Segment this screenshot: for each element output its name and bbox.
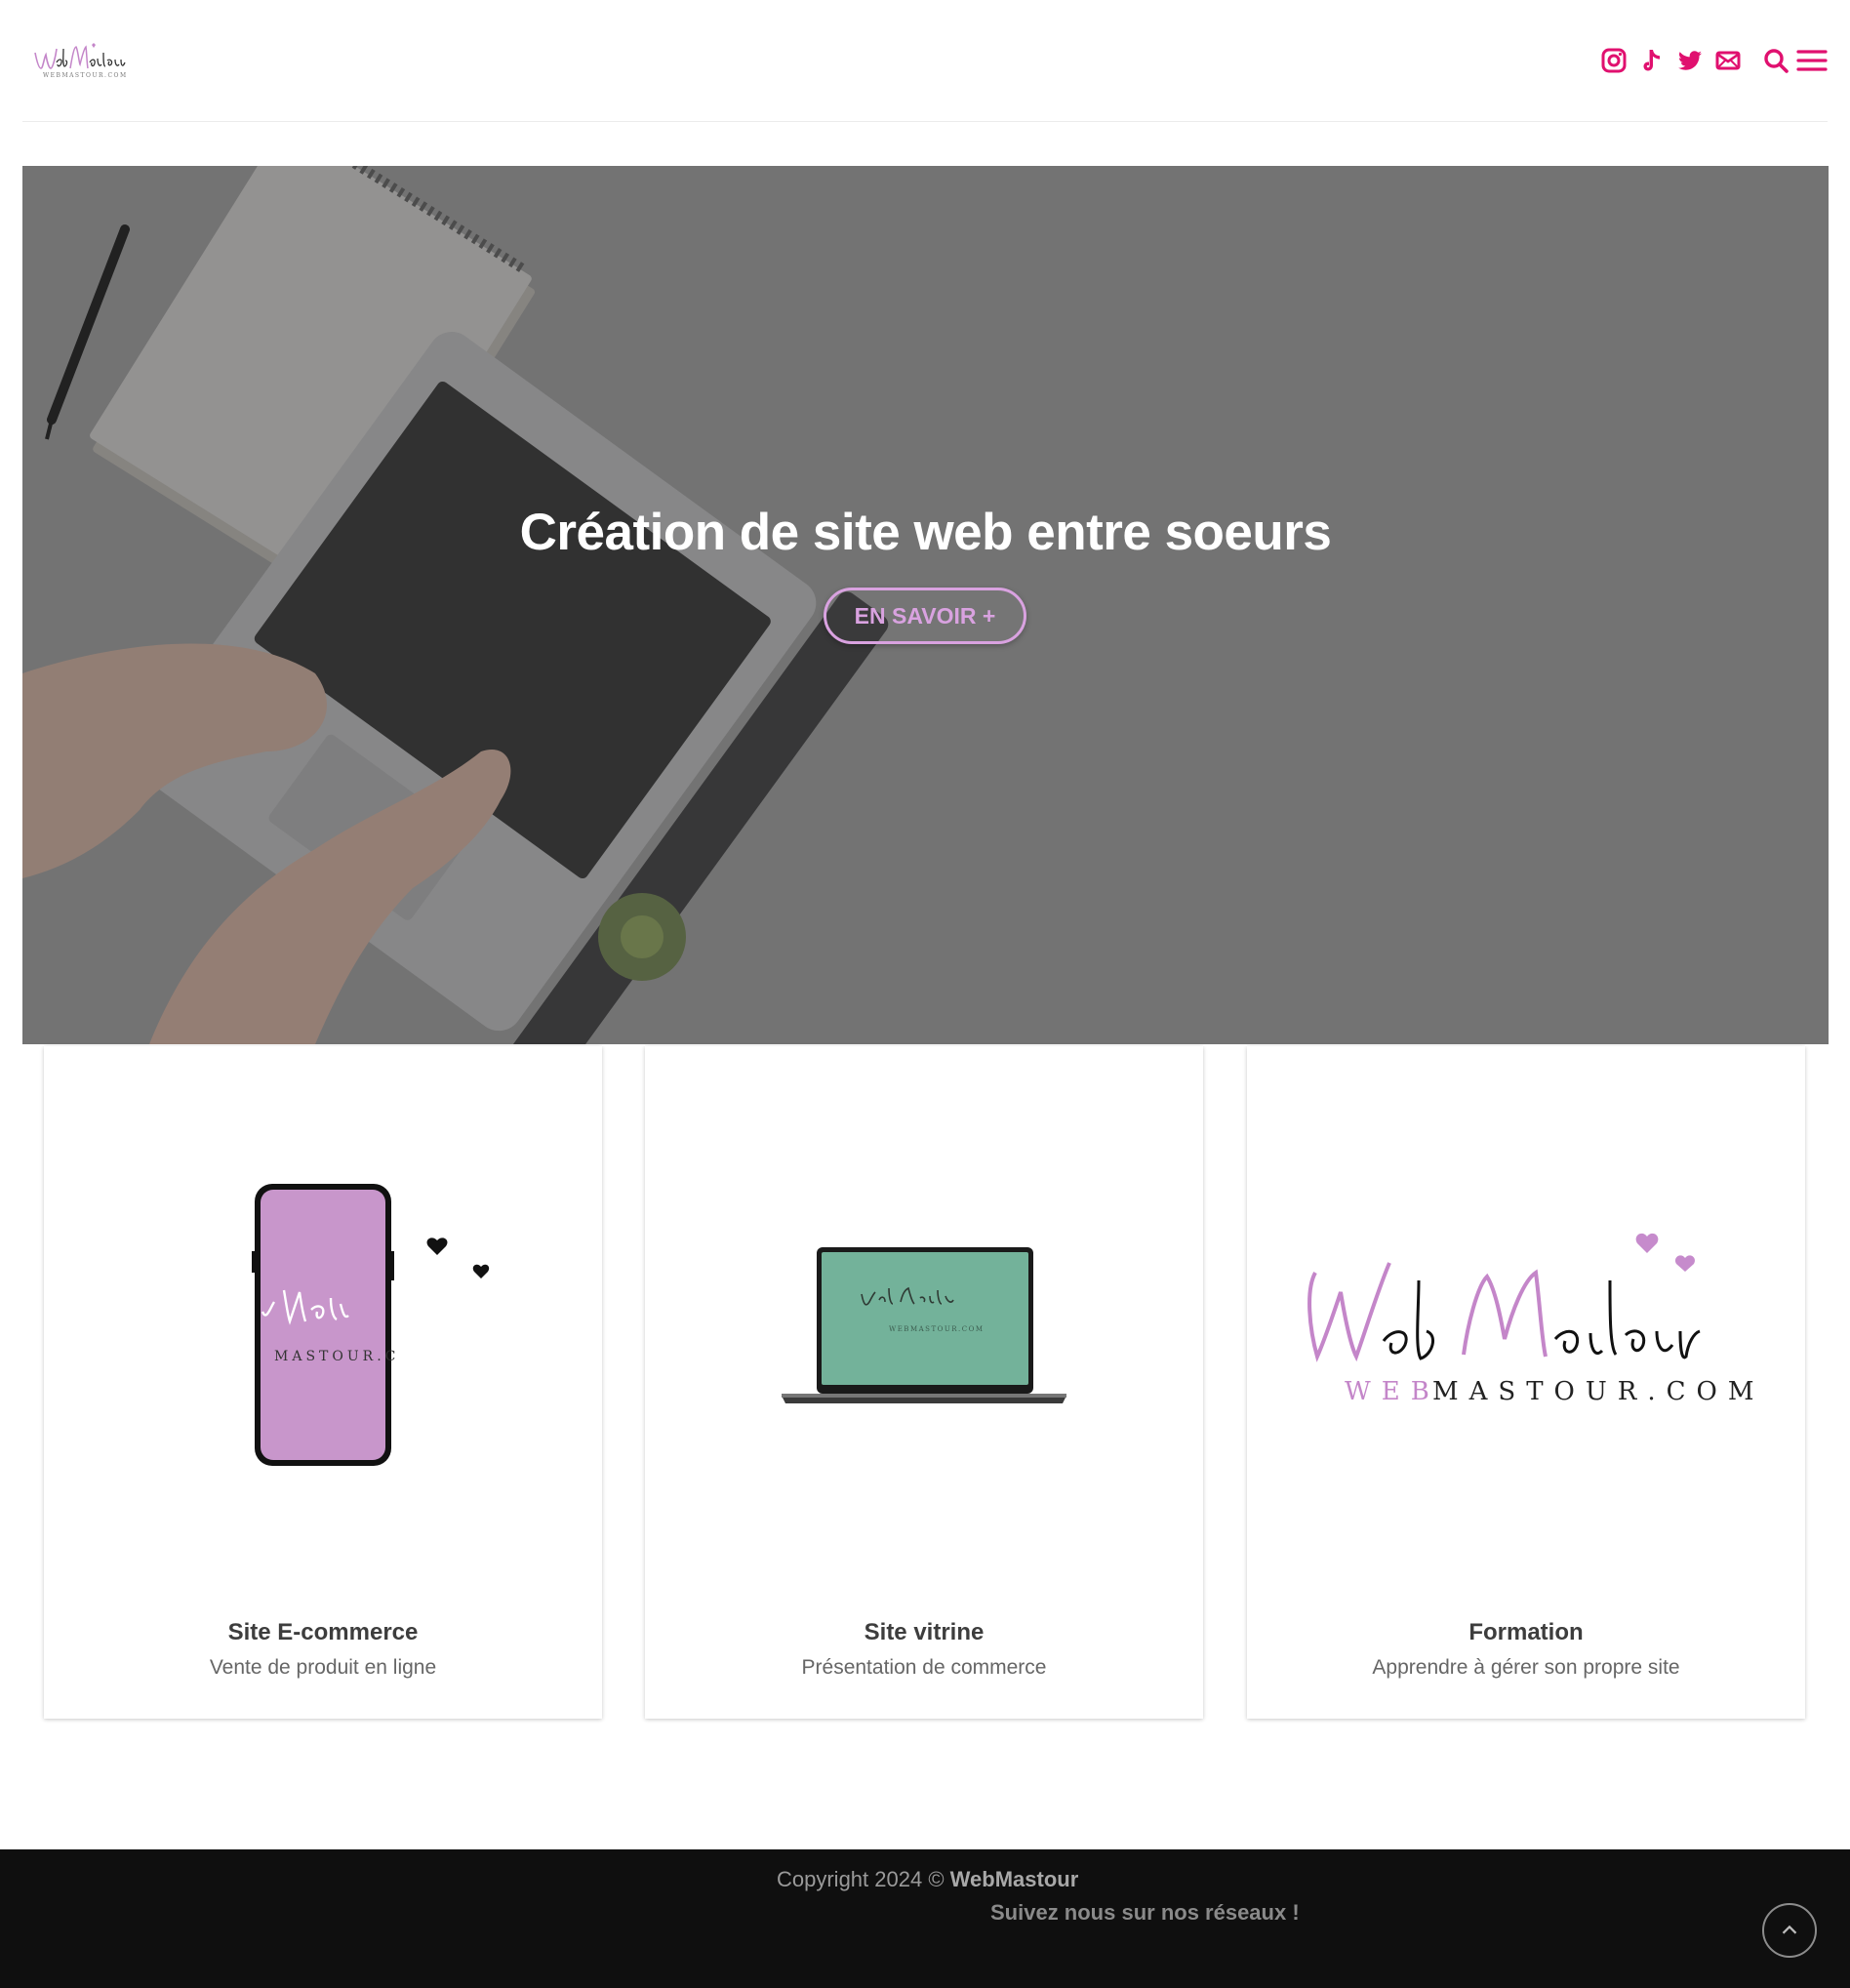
copyright-text: Copyright 2024 © WebMastour bbox=[777, 1867, 1078, 1892]
twitter-icon[interactable] bbox=[1674, 45, 1706, 76]
learn-more-button[interactable]: EN SAVOIR + bbox=[824, 588, 1026, 644]
copyright-prefix: Copyright 2024 © bbox=[777, 1867, 950, 1891]
hero-banner: Création de site web entre soeurs EN SAV… bbox=[22, 166, 1829, 1044]
logo-domain-text: MASTOUR.COM bbox=[1432, 1377, 1764, 1406]
tiktok-icon[interactable] bbox=[1636, 45, 1668, 76]
site-logo[interactable]: WEBMASTOUR.COM bbox=[31, 35, 131, 84]
phone-mockup-image: MASTOUR.C bbox=[252, 1184, 490, 1466]
site-header: WEBMASTOUR.COM bbox=[0, 0, 1850, 123]
header-divider bbox=[22, 121, 1828, 122]
webmastour-logo-image: WEB MASTOUR.COM bbox=[1307, 1233, 1764, 1406]
site-footer: Copyright 2024 © WebMastour Suivez nous … bbox=[0, 1849, 1850, 1988]
laptop-screen-text: WEBMASTOUR.COM bbox=[889, 1325, 985, 1333]
menu-icon[interactable] bbox=[1796, 45, 1828, 76]
laptop-mockup-image: WEBMASTOUR.COM bbox=[782, 1247, 1066, 1403]
footer-brand-link[interactable]: WebMastour bbox=[950, 1867, 1079, 1891]
card-title: Formation bbox=[1468, 1619, 1584, 1645]
chevron-up-icon bbox=[1782, 1925, 1797, 1934]
card-ecommerce[interactable]: MASTOUR.C Site E-commerce Vente de produ… bbox=[44, 1046, 602, 1719]
card-title: Site E-commerce bbox=[227, 1619, 419, 1645]
card-subtitle: Vente de produit en ligne bbox=[209, 1656, 437, 1679]
instagram-icon[interactable] bbox=[1598, 45, 1629, 76]
logo-web-text: WEB bbox=[1345, 1377, 1440, 1406]
email-icon[interactable] bbox=[1712, 45, 1744, 76]
card-subtitle: Apprendre à gérer son propre site bbox=[1372, 1656, 1680, 1679]
card-title: Site vitrine bbox=[864, 1619, 985, 1645]
logo-tagline: WEBMASTOUR.COM bbox=[43, 72, 128, 79]
card-formation[interactable]: WEB MASTOUR.COM Formation Apprendre à gé… bbox=[1247, 1046, 1805, 1719]
card-vitrine[interactable]: WEBMASTOUR.COM Site vitrine Présentation… bbox=[645, 1046, 1203, 1719]
card-subtitle: Présentation de commerce bbox=[801, 1656, 1047, 1679]
follow-us-text: Suivez nous sur nos réseaux ! bbox=[990, 1900, 1300, 1925]
back-to-top-button[interactable] bbox=[1762, 1903, 1817, 1958]
hero-title: Création de site web entre soeurs bbox=[519, 504, 1332, 561]
search-icon[interactable] bbox=[1760, 45, 1791, 76]
phone-screen-text: MASTOUR.C bbox=[274, 1349, 399, 1364]
